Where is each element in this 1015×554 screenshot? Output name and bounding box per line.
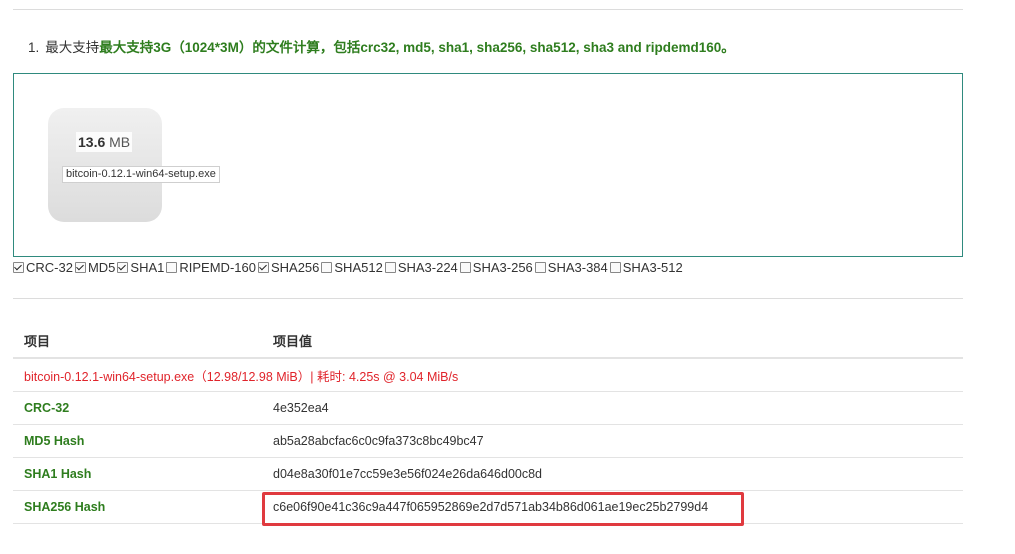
algorithm-label: SHA256 (270, 259, 320, 275)
row-key: CRC-32 (13, 391, 262, 425)
row-value[interactable]: c6e06f90e41c36c9a447f065952869e2d7d571ab… (262, 490, 963, 524)
algorithm-label: SHA3-384 (547, 259, 608, 275)
table-row: MD5 Hash ab5a28abcfac6c0c9fa373c8bc49bc4… (13, 424, 963, 458)
file-name-label: bitcoin-0.12.1-win64-setup.exe (62, 166, 220, 183)
algorithm-label: RIPEMD-160 (179, 259, 256, 275)
file-preview-card[interactable]: 13.6 MB bitcoin-0.12.1-win64-setup.exe (48, 108, 220, 222)
algorithm-label: SHA512 (334, 259, 383, 275)
file-size: 13.6 MB (76, 132, 133, 152)
checkbox[interactable] (13, 261, 24, 273)
algorithm-label: SHA3-512 (622, 259, 683, 275)
algorithm-checkbox-group: CRC-32 MD5 SHA1 RIPEMD-160 SHA256 SHA512 SHA3-… (13, 259, 685, 275)
row-key: SHA256 Hash (13, 490, 262, 524)
list-number: 1. (28, 40, 40, 55)
checkbox[interactable] (534, 261, 546, 273)
checkbox[interactable] (321, 261, 333, 273)
table-row: SHA256 Hash c6e06f90e41c36c9a447f0659528… (13, 490, 963, 524)
table-row: CRC-32 4e352ea4 (13, 391, 963, 425)
checkbox[interactable] (384, 261, 396, 273)
row-value[interactable]: ab5a28abcfac6c0c9fa373c8bc49bc47 (262, 424, 963, 458)
column-header-value: 项目值 (262, 324, 963, 359)
algorithm-option[interactable]: SHA512 (321, 259, 383, 275)
row-key: SHA1 Hash (13, 457, 262, 491)
algorithm-label: SHA3-256 (472, 259, 533, 275)
checkbox[interactable] (74, 261, 86, 273)
file-info-row: bitcoin-0.12.1-win64-setup.exe（12.98/12.… (13, 358, 963, 392)
row-value[interactable]: 4e352ea4 (262, 391, 963, 425)
algorithm-option[interactable]: RIPEMD-160 (166, 260, 256, 275)
checkbox[interactable] (257, 261, 269, 273)
algorithm-option[interactable]: SHA3-384 (534, 259, 608, 275)
algorithm-option[interactable]: SHA256 (257, 259, 320, 275)
algorithm-option[interactable]: SHA3-256 (459, 259, 533, 275)
checkbox[interactable] (459, 261, 471, 273)
row-key: MD5 Hash (13, 424, 262, 458)
algorithm-option[interactable]: SHA3-512 (609, 259, 683, 275)
intro-prefix: 最大支持 (45, 40, 100, 55)
checkbox[interactable] (117, 261, 129, 273)
algorithm-option[interactable]: SHA3-224 (384, 259, 458, 275)
algorithm-option[interactable]: CRC-32 (13, 260, 73, 275)
algorithm-label: MD5 (87, 259, 116, 275)
file-drop-zone[interactable]: 13.6 MB bitcoin-0.12.1-win64-setup.exe (13, 73, 963, 257)
column-header-item: 项目 (13, 324, 262, 359)
algorithm-label: CRC-32 (26, 259, 73, 275)
algorithm-option[interactable]: SHA1 (117, 260, 164, 275)
file-size-value: 13.6 (78, 134, 106, 150)
file-size-unit: MB (109, 134, 131, 150)
algorithm-option[interactable]: MD5 (74, 259, 116, 275)
top-divider (13, 9, 963, 10)
section-divider (13, 298, 963, 299)
intro-feature-text: 最大支持3G（1024*3M）的文件计算，包括crc32, md5, sha1,… (99, 40, 735, 55)
row-value[interactable]: d04e8a30f01e7cc59e3e56f024e26da646d00c8d (262, 457, 963, 491)
table-header-row: 项目 项目值 (13, 324, 963, 359)
table-row: SHA1 Hash d04e8a30f01e7cc59e3e56f024e26d… (13, 457, 963, 491)
results-table: 项目 项目值 bitcoin-0.12.1-win64-setup.exe（12… (13, 324, 963, 524)
checkbox[interactable] (609, 261, 621, 273)
algorithm-label: SHA1 (130, 259, 165, 275)
algorithm-label: SHA3-224 (397, 259, 458, 275)
file-info-text: bitcoin-0.12.1-win64-setup.exe（12.98/12.… (13, 358, 963, 392)
intro-line: 1. 最大支持最大支持3G（1024*3M）的文件计算，包括crc32, md5,… (28, 36, 735, 56)
checkbox[interactable] (166, 261, 178, 273)
